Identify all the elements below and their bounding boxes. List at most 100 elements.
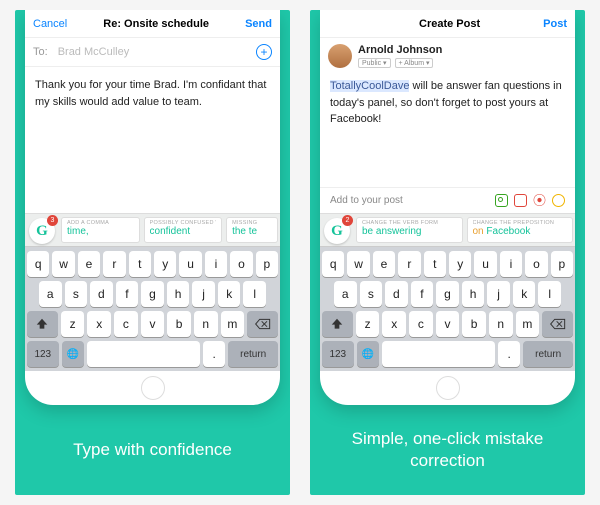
post-nav: Create Post Post bbox=[320, 10, 575, 38]
location-icon[interactable]: ⦿ bbox=[533, 194, 546, 207]
add-to-post-row[interactable]: Add to your post ⦿ bbox=[320, 187, 575, 213]
key-q[interactable]: q bbox=[322, 251, 344, 277]
key-f[interactable]: f bbox=[116, 281, 139, 307]
key-g[interactable]: g bbox=[141, 281, 164, 307]
key-a[interactable]: a bbox=[39, 281, 62, 307]
video-icon[interactable] bbox=[514, 194, 527, 207]
post-header: Arnold Johnson Public ▾ + Album ▾ bbox=[320, 38, 575, 74]
send-button[interactable]: Send bbox=[245, 18, 272, 30]
key-a[interactable]: a bbox=[334, 281, 357, 307]
key-f[interactable]: f bbox=[411, 281, 434, 307]
to-field-row[interactable]: To: Brad McCulley + bbox=[25, 38, 280, 67]
grammarly-badge[interactable]: G2 bbox=[324, 218, 350, 244]
key-b[interactable]: b bbox=[462, 311, 486, 337]
shift-key[interactable] bbox=[322, 311, 353, 337]
key-r[interactable]: r bbox=[398, 251, 420, 277]
period-key[interactable]: . bbox=[203, 341, 226, 367]
grammarly-suggestion-bar: G2 CHANGE THE VERB FORM be answering CHA… bbox=[320, 213, 575, 247]
suggestion-3[interactable]: MISSING the te bbox=[226, 217, 278, 243]
key-y[interactable]: y bbox=[154, 251, 176, 277]
key-e[interactable]: e bbox=[78, 251, 100, 277]
key-p[interactable]: p bbox=[256, 251, 278, 277]
emoji-icon[interactable] bbox=[552, 194, 565, 207]
key-c[interactable]: c bbox=[409, 311, 433, 337]
key-n[interactable]: n bbox=[489, 311, 513, 337]
key-c[interactable]: c bbox=[114, 311, 138, 337]
suggestion-1[interactable]: ADD A COMMA time, bbox=[61, 217, 140, 243]
key-v[interactable]: v bbox=[141, 311, 165, 337]
key-o[interactable]: o bbox=[230, 251, 252, 277]
key-g[interactable]: g bbox=[436, 281, 459, 307]
phone-frame: Create Post Post Arnold Johnson Public ▾… bbox=[320, 10, 575, 405]
key-o[interactable]: o bbox=[525, 251, 547, 277]
key-e[interactable]: e bbox=[373, 251, 395, 277]
key-m[interactable]: m bbox=[516, 311, 540, 337]
globe-key[interactable]: 🌐 bbox=[357, 341, 380, 367]
key-u[interactable]: u bbox=[474, 251, 496, 277]
key-t[interactable]: t bbox=[424, 251, 446, 277]
key-z[interactable]: z bbox=[61, 311, 85, 337]
shift-key[interactable] bbox=[27, 311, 58, 337]
key-x[interactable]: x bbox=[87, 311, 111, 337]
key-p[interactable]: p bbox=[551, 251, 573, 277]
key-m[interactable]: m bbox=[221, 311, 245, 337]
cancel-button[interactable]: Cancel bbox=[33, 18, 67, 30]
screenshot-left: Cancel Re: Onsite schedule Send To: Brad… bbox=[15, 10, 290, 495]
key-s[interactable]: s bbox=[360, 281, 383, 307]
period-key[interactable]: . bbox=[498, 341, 521, 367]
audience-selector[interactable]: Public ▾ bbox=[358, 58, 391, 68]
mention-highlight[interactable]: TotallyCoolDave bbox=[330, 80, 409, 92]
key-x[interactable]: x bbox=[382, 311, 406, 337]
spacebar-key[interactable] bbox=[382, 341, 495, 367]
spacebar-key[interactable] bbox=[87, 341, 200, 367]
key-h[interactable]: h bbox=[167, 281, 190, 307]
key-b[interactable]: b bbox=[167, 311, 191, 337]
home-button[interactable] bbox=[141, 376, 165, 400]
key-j[interactable]: j bbox=[487, 281, 510, 307]
key-t[interactable]: t bbox=[129, 251, 151, 277]
numbers-key[interactable]: 123 bbox=[27, 341, 59, 367]
key-y[interactable]: y bbox=[449, 251, 471, 277]
avatar[interactable] bbox=[328, 44, 352, 68]
add-to-post-label: Add to your post bbox=[330, 195, 403, 206]
home-button[interactable] bbox=[436, 376, 460, 400]
post-button[interactable]: Post bbox=[543, 18, 567, 30]
key-s[interactable]: s bbox=[65, 281, 88, 307]
key-w[interactable]: w bbox=[347, 251, 369, 277]
grammarly-badge[interactable]: G3 bbox=[29, 218, 55, 244]
key-d[interactable]: d bbox=[90, 281, 113, 307]
post-nav-title: Create Post bbox=[419, 18, 480, 30]
email-body[interactable]: Thank you for your time Brad. I'm confid… bbox=[25, 67, 280, 120]
key-i[interactable]: i bbox=[500, 251, 522, 277]
key-l[interactable]: l bbox=[243, 281, 266, 307]
key-r[interactable]: r bbox=[103, 251, 125, 277]
post-body[interactable]: TotallyCoolDave will be answer fan quest… bbox=[320, 74, 575, 136]
suggestion-2[interactable]: CHANGE THE PREPOSITION on Facebook bbox=[467, 217, 574, 243]
photo-icon[interactable] bbox=[495, 194, 508, 207]
add-recipient-icon[interactable]: + bbox=[256, 44, 272, 60]
return-key[interactable]: return bbox=[228, 341, 278, 367]
key-v[interactable]: v bbox=[436, 311, 460, 337]
key-d[interactable]: d bbox=[385, 281, 408, 307]
globe-key[interactable]: 🌐 bbox=[62, 341, 85, 367]
key-j[interactable]: j bbox=[192, 281, 215, 307]
key-u[interactable]: u bbox=[179, 251, 201, 277]
suggestion-1[interactable]: CHANGE THE VERB FORM be answering bbox=[356, 217, 463, 243]
key-l[interactable]: l bbox=[538, 281, 561, 307]
key-i[interactable]: i bbox=[205, 251, 227, 277]
backspace-key[interactable] bbox=[542, 311, 573, 337]
error-count-badge: 3 bbox=[47, 215, 58, 226]
key-w[interactable]: w bbox=[52, 251, 74, 277]
return-key[interactable]: return bbox=[523, 341, 573, 367]
album-selector[interactable]: + Album ▾ bbox=[395, 58, 434, 68]
key-k[interactable]: k bbox=[218, 281, 241, 307]
email-subject: Re: Onsite schedule bbox=[103, 18, 209, 30]
key-q[interactable]: q bbox=[27, 251, 49, 277]
key-n[interactable]: n bbox=[194, 311, 218, 337]
key-z[interactable]: z bbox=[356, 311, 380, 337]
numbers-key[interactable]: 123 bbox=[322, 341, 354, 367]
suggestion-2[interactable]: POSSIBLY CONFUSED WORD confident bbox=[144, 217, 223, 243]
backspace-key[interactable] bbox=[247, 311, 278, 337]
key-h[interactable]: h bbox=[462, 281, 485, 307]
key-k[interactable]: k bbox=[513, 281, 536, 307]
